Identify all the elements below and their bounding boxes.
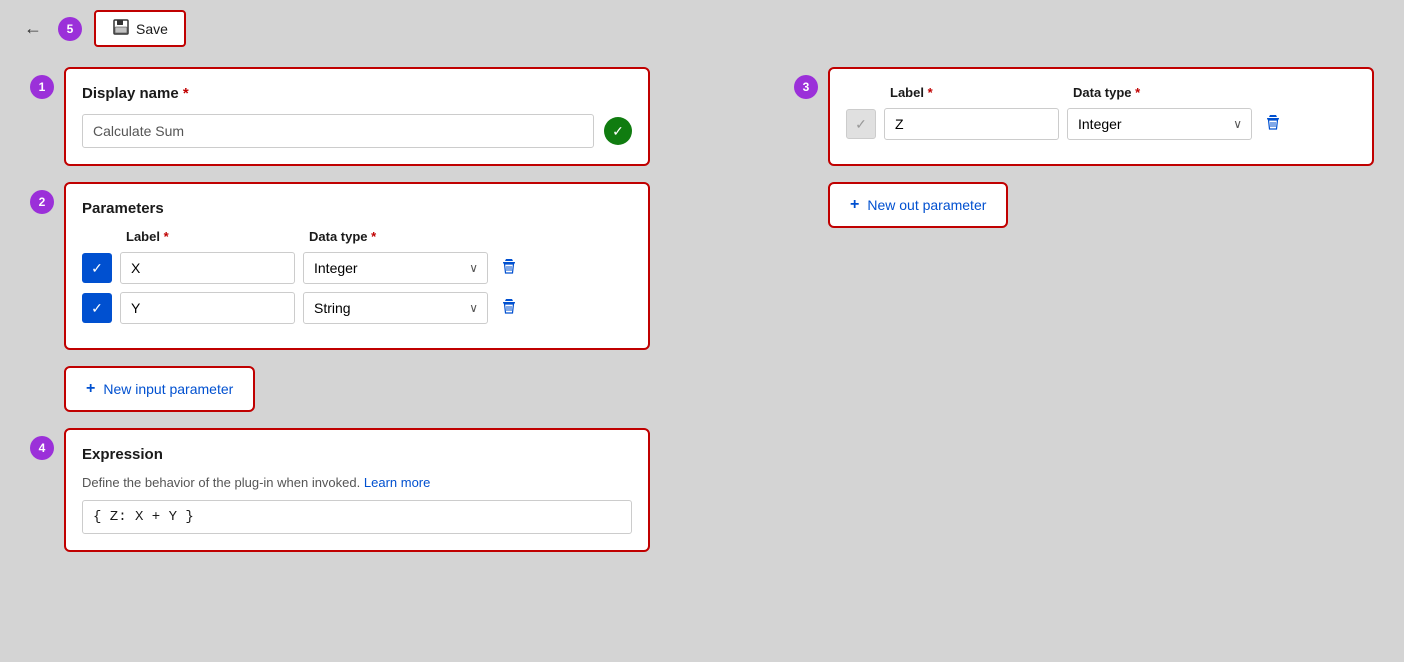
out-param-row-z: ✓ Integer String Boolean Float Date ∨ [846, 108, 1356, 140]
step-1-badge: 1 [30, 75, 54, 99]
new-input-param-label: New input parameter [103, 381, 233, 397]
out-param-label-input-z[interactable] [884, 108, 1059, 140]
expression-input[interactable] [82, 500, 632, 534]
out-label-header: Label * [890, 85, 1065, 100]
parameters-section: 2 Parameters Label * Data type * ✓ [30, 182, 650, 350]
step-2-badge: 2 [30, 190, 54, 214]
new-out-param-label: New out parameter [867, 197, 986, 213]
plus-icon-out: + [850, 196, 859, 214]
display-name-input-wrapper: ✓ [82, 114, 632, 148]
step-3-badge: 3 [794, 75, 818, 99]
right-column: 3 Label * Data type * [794, 67, 1374, 552]
out-parameter-section: 3 Label * Data type * [794, 67, 1374, 228]
param-headers: Label * Data type * [82, 229, 632, 244]
back-button[interactable]: ← [20, 14, 46, 43]
out-param-headers: Label * Data type * [846, 85, 1356, 100]
param-datatype-select-x[interactable]: Integer String Boolean Float Date [303, 252, 488, 284]
toolbar: ← 5 Save [0, 0, 1404, 57]
save-button[interactable]: Save [94, 10, 186, 47]
param-row-x: ✓ Integer String Boolean Float Date ∨ [82, 252, 632, 284]
param-checkbox-x[interactable]: ✓ [82, 253, 112, 283]
step-5-badge: 5 [58, 17, 82, 41]
param-label-input-x[interactable] [120, 252, 295, 284]
out-param-card: Label * Data type * ✓ [828, 67, 1374, 166]
param-datatype-select-wrapper-y: Integer String Boolean Float Date ∨ [303, 292, 488, 324]
new-input-param-button[interactable]: + New input parameter [64, 366, 255, 412]
new-out-param-button[interactable]: + New out parameter [828, 182, 1008, 228]
datatype-header: Data type * [309, 229, 494, 244]
out-param-checkbox-z[interactable]: ✓ [846, 109, 876, 139]
param-row-y: ✓ Integer String Boolean Float Date ∨ [82, 292, 632, 324]
save-label: Save [136, 21, 168, 37]
display-name-input[interactable] [82, 114, 594, 148]
param-checkbox-y[interactable]: ✓ [82, 293, 112, 323]
expression-card: Expression Define the behavior of the pl… [64, 428, 650, 552]
delete-param-x-button[interactable] [496, 253, 522, 284]
save-icon [112, 18, 130, 39]
out-datatype-header: Data type * [1073, 85, 1258, 100]
expression-section: 4 Expression Define the behavior of the … [30, 428, 650, 552]
label-header: Label * [126, 229, 301, 244]
out-param-datatype-select-z[interactable]: Integer String Boolean Float Date [1067, 108, 1252, 140]
display-name-title: Display name * [82, 85, 632, 102]
delete-out-param-z-button[interactable] [1260, 109, 1286, 140]
expression-title: Expression [82, 446, 632, 463]
main-layout: 1 Display name * ✓ 2 Parameters [0, 57, 1404, 572]
step-4-badge: 4 [30, 436, 54, 460]
delete-param-y-button[interactable] [496, 293, 522, 324]
expression-description: Define the behavior of the plug-in when … [82, 475, 632, 490]
display-name-section: 1 Display name * ✓ [30, 67, 650, 166]
plus-icon: + [86, 380, 95, 398]
param-datatype-select-y[interactable]: Integer String Boolean Float Date [303, 292, 488, 324]
parameters-title: Parameters [82, 200, 632, 217]
display-name-card: Display name * ✓ [64, 67, 650, 166]
out-param-datatype-select-wrapper-z: Integer String Boolean Float Date ∨ [1067, 108, 1252, 140]
parameters-card: Parameters Label * Data type * ✓ [64, 182, 650, 350]
left-column: 1 Display name * ✓ 2 Parameters [30, 67, 650, 552]
param-label-input-y[interactable] [120, 292, 295, 324]
param-datatype-select-wrapper-x: Integer String Boolean Float Date ∨ [303, 252, 488, 284]
valid-checkmark: ✓ [604, 117, 632, 145]
learn-more-link[interactable]: Learn more [364, 475, 430, 490]
